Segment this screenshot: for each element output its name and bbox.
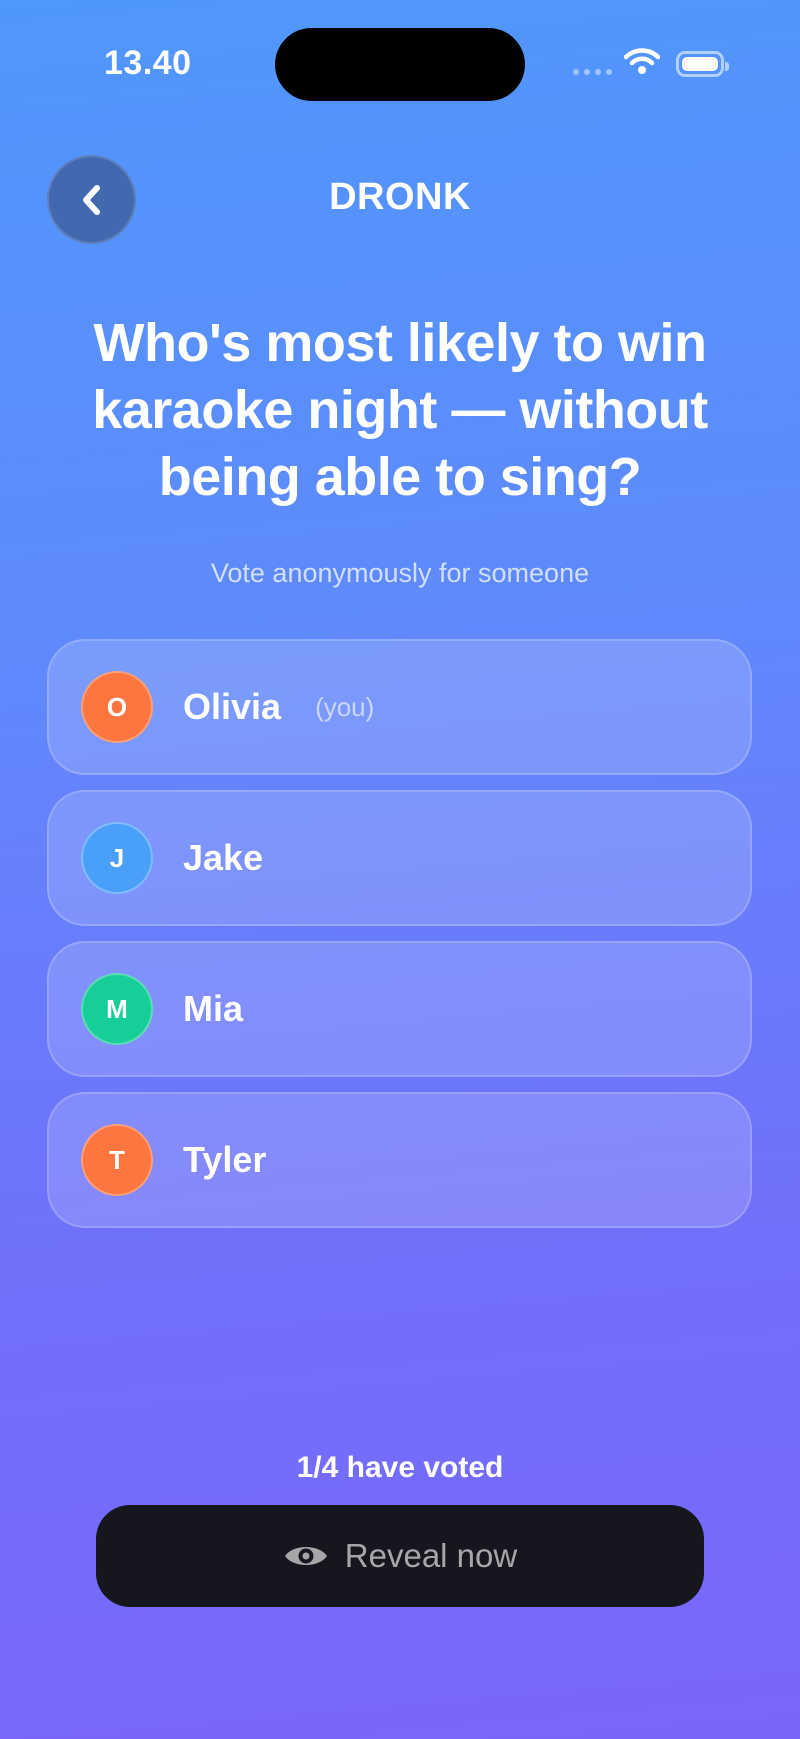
player-option-olivia[interactable]: O Olivia (you) <box>47 639 752 775</box>
player-name: Olivia <box>183 686 282 727</box>
dynamic-island <box>275 28 525 101</box>
player-name: Tyler <box>183 1139 267 1180</box>
player-option-tyler[interactable]: T Tyler <box>47 1092 752 1228</box>
avatar: J <box>81 822 153 894</box>
status-time: 13.40 <box>104 44 192 82</box>
cellular-signal-icon <box>573 69 612 75</box>
status-bar: 13.40 <box>0 0 800 130</box>
question-text: Who's most likely to win karaoke night —… <box>92 313 708 507</box>
reveal-now-button[interactable]: Reveal now <box>96 1505 704 1607</box>
avatar: M <box>81 973 153 1045</box>
player-option-mia[interactable]: M Mia <box>47 941 752 1077</box>
reveal-button-label: Reveal now <box>344 1537 518 1574</box>
player-option-jake[interactable]: J Jake <box>47 790 752 926</box>
player-name: Jake <box>183 837 264 878</box>
app-title: DRONK <box>329 176 471 218</box>
avatar: T <box>81 1124 153 1196</box>
eye-icon <box>284 1547 327 1565</box>
vote-progress: 1/4 have voted <box>296 1451 504 1484</box>
wifi-icon <box>624 48 660 74</box>
avatar: O <box>81 671 153 743</box>
battery-icon <box>676 51 729 77</box>
vote-instruction: Vote anonymously for someone <box>210 558 590 588</box>
you-tag: (you) <box>315 691 375 722</box>
player-list: O Olivia (you) J Jake M Mia T Tyler <box>47 639 752 1243</box>
player-name: Mia <box>183 988 244 1029</box>
